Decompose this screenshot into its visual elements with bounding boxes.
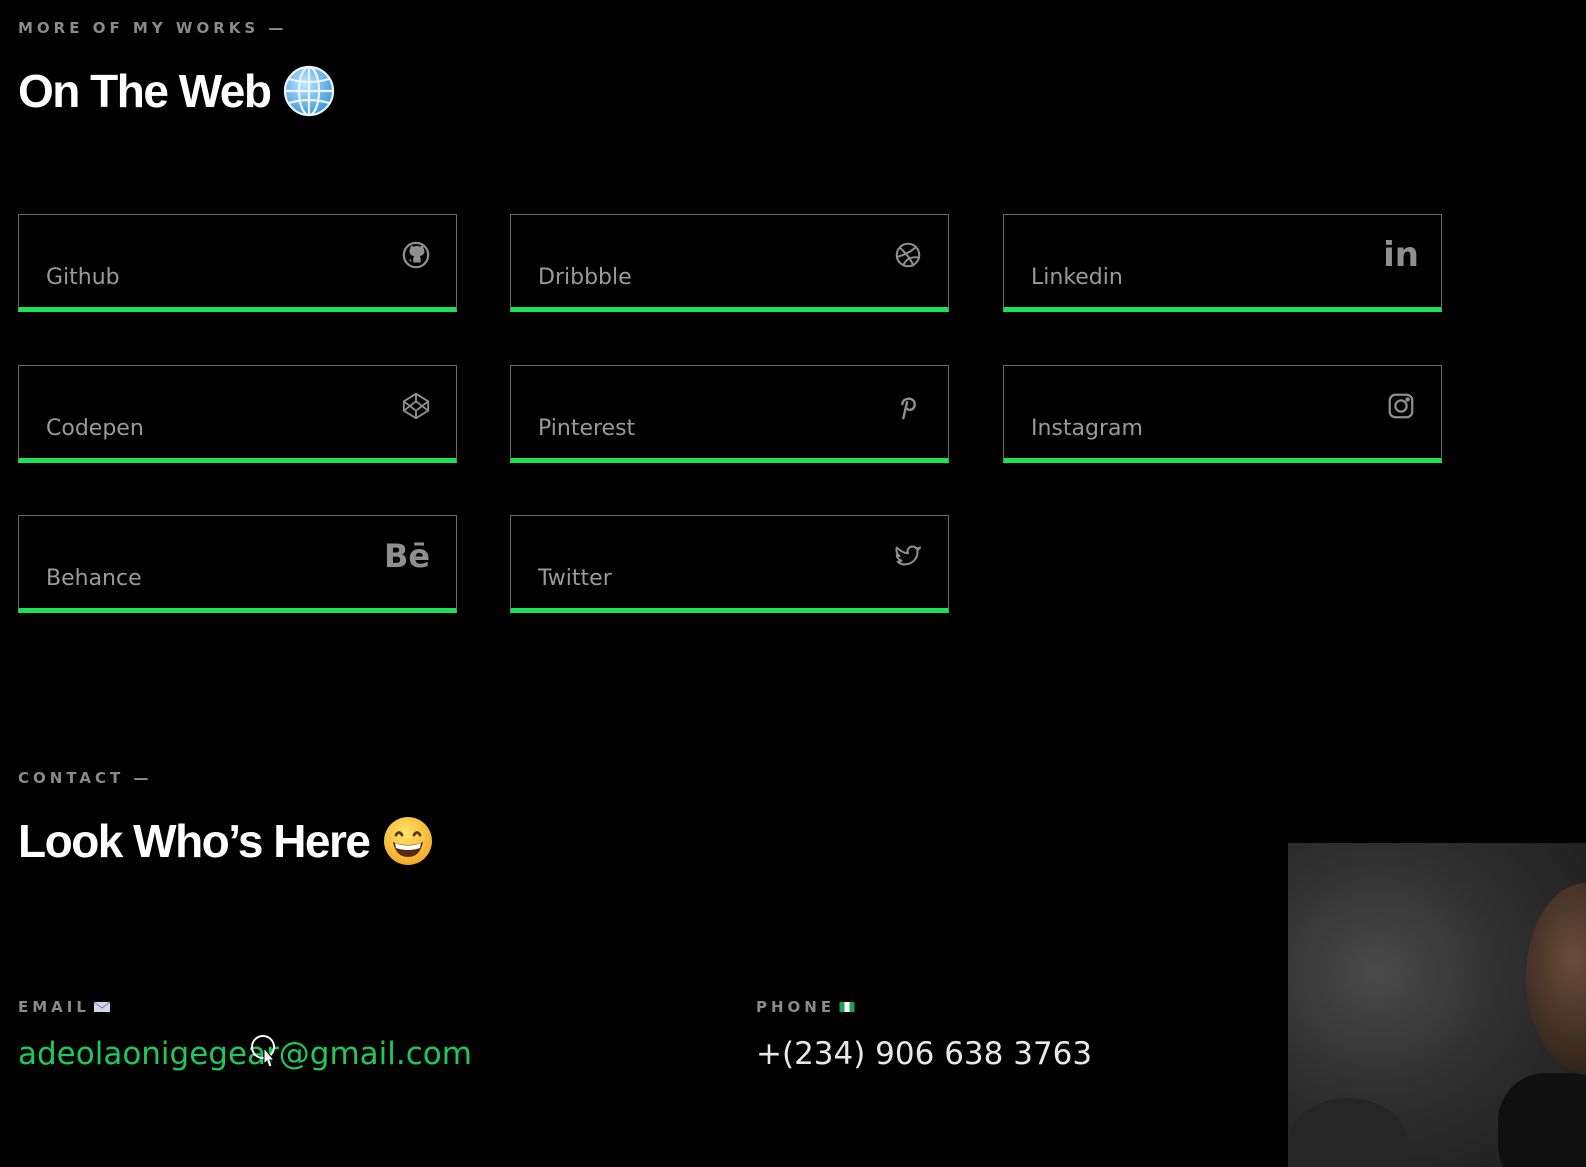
card-label: Dribbble: [538, 265, 632, 290]
linkedin-glyph: in: [1383, 235, 1419, 275]
behance-icon: Bē: [382, 540, 432, 572]
card-label: Instagram: [1031, 416, 1143, 441]
contact-title-text: Look Who’s Here: [18, 815, 371, 867]
phone-label-text: PHONE: [756, 998, 836, 1016]
card-label: Codepen: [46, 416, 144, 441]
envelope-icon: [93, 1002, 110, 1012]
webcam-person-body: [1498, 1073, 1586, 1167]
linkedin-link-card[interactable]: Linkedin in: [1003, 214, 1442, 312]
hand-cursor-icon: [251, 1035, 276, 1068]
card-label: Github: [46, 265, 120, 290]
instagram-link-card[interactable]: Instagram: [1003, 365, 1442, 463]
card-label: Linkedin: [1031, 265, 1123, 290]
globe-emoji: [283, 65, 334, 117]
social-links-grid: Github Dribbble Linkedin in Codepen Pint…: [18, 214, 1442, 614]
works-title-text: On The Web: [18, 65, 272, 117]
email-link[interactable]: adeolaonigegear@gmail.com: [18, 1036, 472, 1072]
contact-title: Look Who’s Here: [18, 814, 434, 868]
phone-number[interactable]: +(234) 906 638 3763: [756, 1036, 1092, 1072]
card-label: Pinterest: [538, 416, 636, 441]
github-link-card[interactable]: Github: [18, 214, 457, 312]
email-label: EMAIL: [18, 998, 110, 1016]
instagram-icon: [1385, 390, 1417, 422]
dribbble-icon: [892, 239, 924, 271]
dribbble-link-card[interactable]: Dribbble: [510, 214, 949, 312]
contact-eyebrow: CONTACT —: [18, 769, 153, 787]
twitter-icon: [892, 540, 924, 572]
codepen-icon: [400, 390, 432, 422]
twitter-link-card[interactable]: Twitter: [510, 515, 949, 613]
codepen-link-card[interactable]: Codepen: [18, 365, 457, 463]
grinning-face-emoji: [383, 817, 432, 865]
works-title: On The Web: [18, 64, 335, 118]
pinterest-icon: [892, 390, 924, 422]
pinterest-link-card[interactable]: Pinterest: [510, 365, 949, 463]
webcam-person-head: [1526, 883, 1586, 1073]
works-eyebrow: MORE OF MY WORKS —: [18, 19, 288, 37]
linkedin-icon: in: [1383, 235, 1419, 275]
card-label: Behance: [46, 566, 142, 591]
webcam-overlay: [1288, 843, 1586, 1167]
github-icon: [400, 239, 432, 271]
behance-link-card[interactable]: Behance Bē: [18, 515, 457, 613]
phone-label: PHONE: [756, 998, 855, 1016]
card-label: Twitter: [538, 566, 612, 591]
behance-glyph: Bē: [383, 537, 431, 575]
email-label-text: EMAIL: [18, 998, 90, 1016]
webcam-background-chair: [1288, 1098, 1408, 1167]
nigeria-flag-icon: [839, 1002, 855, 1012]
